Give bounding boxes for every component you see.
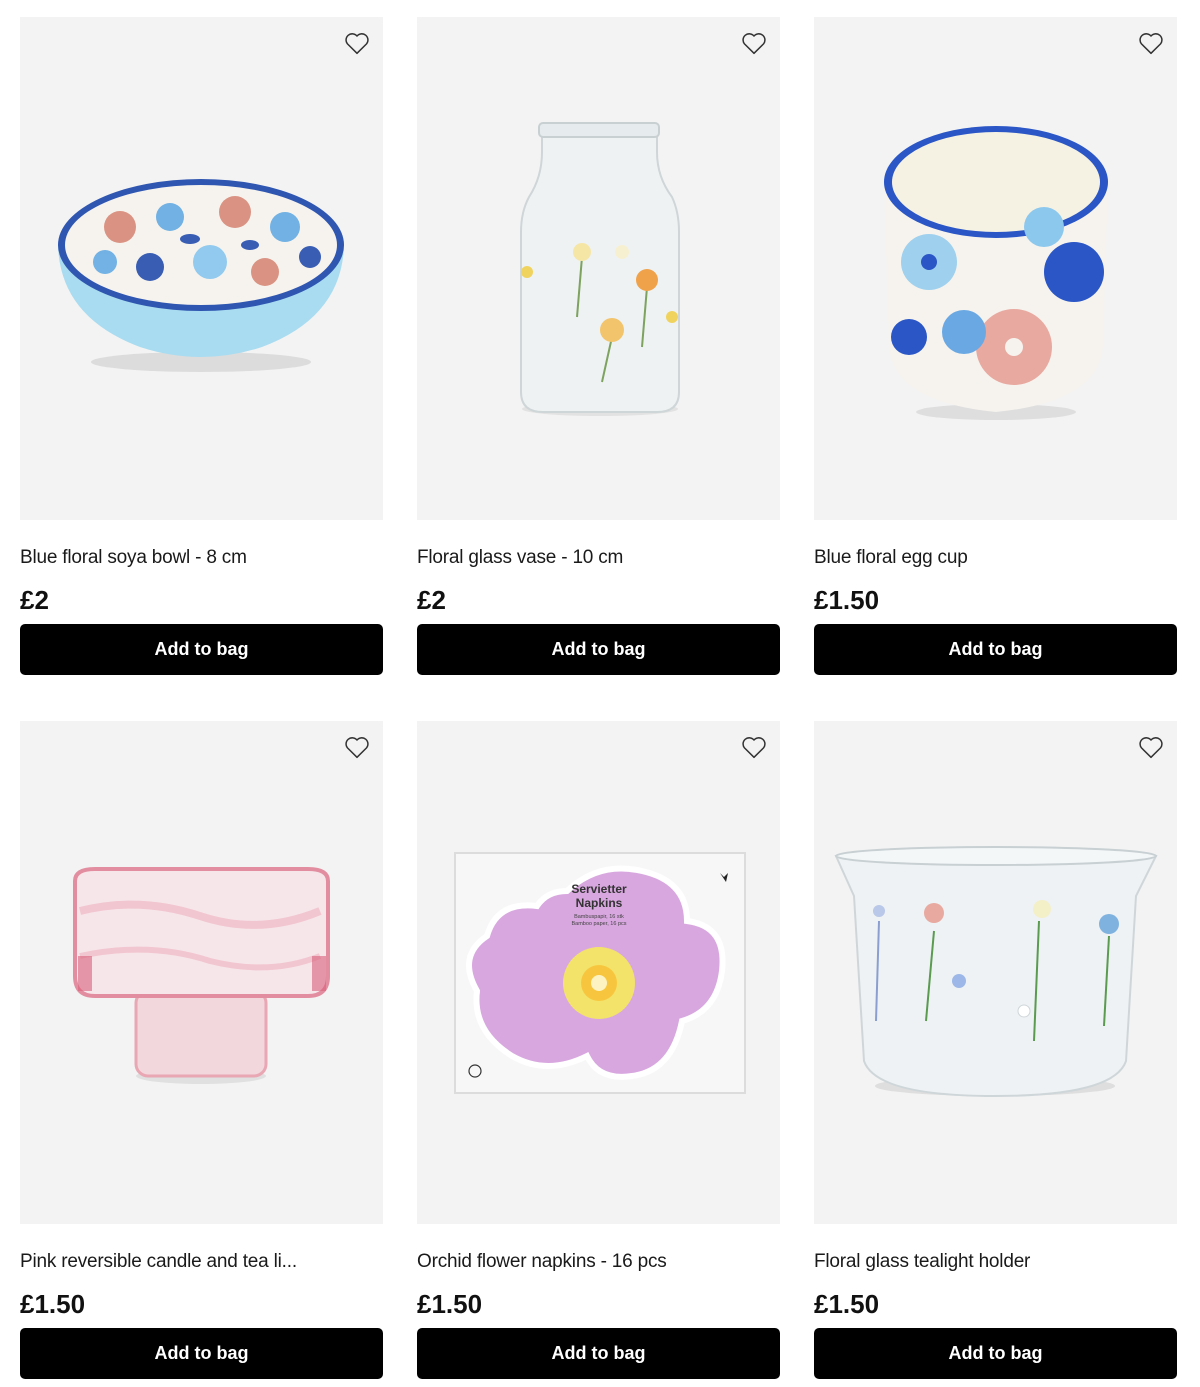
heart-outline-icon[interactable] (1137, 733, 1165, 761)
add-to-bag-button[interactable]: Add to bag (417, 624, 780, 675)
product-title[interactable]: Blue floral soya bowl - 8 cm (20, 547, 247, 569)
add-to-bag-button[interactable]: Add to bag (417, 1328, 780, 1379)
product-image[interactable] (814, 17, 1177, 520)
product-image[interactable] (814, 721, 1177, 1224)
floral-bowl-image (58, 179, 344, 372)
heart-outline-icon[interactable] (1137, 29, 1165, 57)
napkins-image: Servietter Napkins Bambuspapir, 16 stk B… (454, 852, 746, 1094)
product-grid: Blue floral soya bowl - 8 cm £2 Add to b… (20, 17, 1177, 1379)
napkin-label-line3: Bambuspapir, 16 stk (574, 914, 624, 920)
add-to-bag-button[interactable]: Add to bag (20, 624, 383, 675)
add-to-bag-button[interactable]: Add to bag (814, 624, 1177, 675)
product-card: Pink reversible candle and tea li... £1.… (20, 721, 383, 1379)
product-title[interactable]: Floral glass vase - 10 cm (417, 547, 623, 569)
product-card: Blue floral soya bowl - 8 cm £2 Add to b… (20, 17, 383, 675)
product-card: Floral glass tealight holder £1.50 Add t… (814, 721, 1177, 1379)
product-card: Floral glass vase - 10 cm £2 Add to bag (417, 17, 780, 675)
product-image[interactable] (20, 17, 383, 520)
add-to-bag-button[interactable]: Add to bag (814, 1328, 1177, 1379)
product-price: £1.50 (814, 1289, 880, 1319)
napkin-label-line2: Napkins (576, 896, 623, 910)
product-title[interactable]: Blue floral egg cup (814, 547, 968, 569)
product-card: Servietter Napkins Bambuspapir, 16 stk B… (417, 721, 780, 1379)
product-title[interactable]: Floral glass tealight holder (814, 1251, 1030, 1273)
egg-cup-image (884, 126, 1108, 420)
product-title[interactable]: Pink reversible candle and tea li... (20, 1251, 297, 1273)
product-card: Blue floral egg cup £1.50 Add to bag (814, 17, 1177, 675)
product-image[interactable] (20, 721, 383, 1224)
add-to-bag-button[interactable]: Add to bag (20, 1328, 383, 1379)
glass-vase-image (520, 122, 680, 416)
product-price: £2 (20, 585, 49, 615)
product-image[interactable]: Servietter Napkins Bambuspapir, 16 stk B… (417, 721, 780, 1224)
product-price: £1.50 (814, 585, 880, 615)
product-price: £1.50 (417, 1289, 483, 1319)
napkin-label-line1: Servietter (571, 882, 627, 896)
heart-outline-icon[interactable] (740, 733, 768, 761)
heart-outline-icon[interactable] (343, 29, 371, 57)
product-price: £2 (417, 585, 446, 615)
product-image[interactable] (417, 17, 780, 520)
napkin-label-line4: Bamboo paper, 16 pcs (571, 921, 626, 927)
candle-holder-image (73, 867, 330, 1084)
heart-outline-icon[interactable] (740, 29, 768, 57)
product-title[interactable]: Orchid flower napkins - 16 pcs (417, 1251, 667, 1273)
tealight-holder-image (834, 846, 1158, 1098)
heart-outline-icon[interactable] (343, 733, 371, 761)
product-price: £1.50 (20, 1289, 86, 1319)
